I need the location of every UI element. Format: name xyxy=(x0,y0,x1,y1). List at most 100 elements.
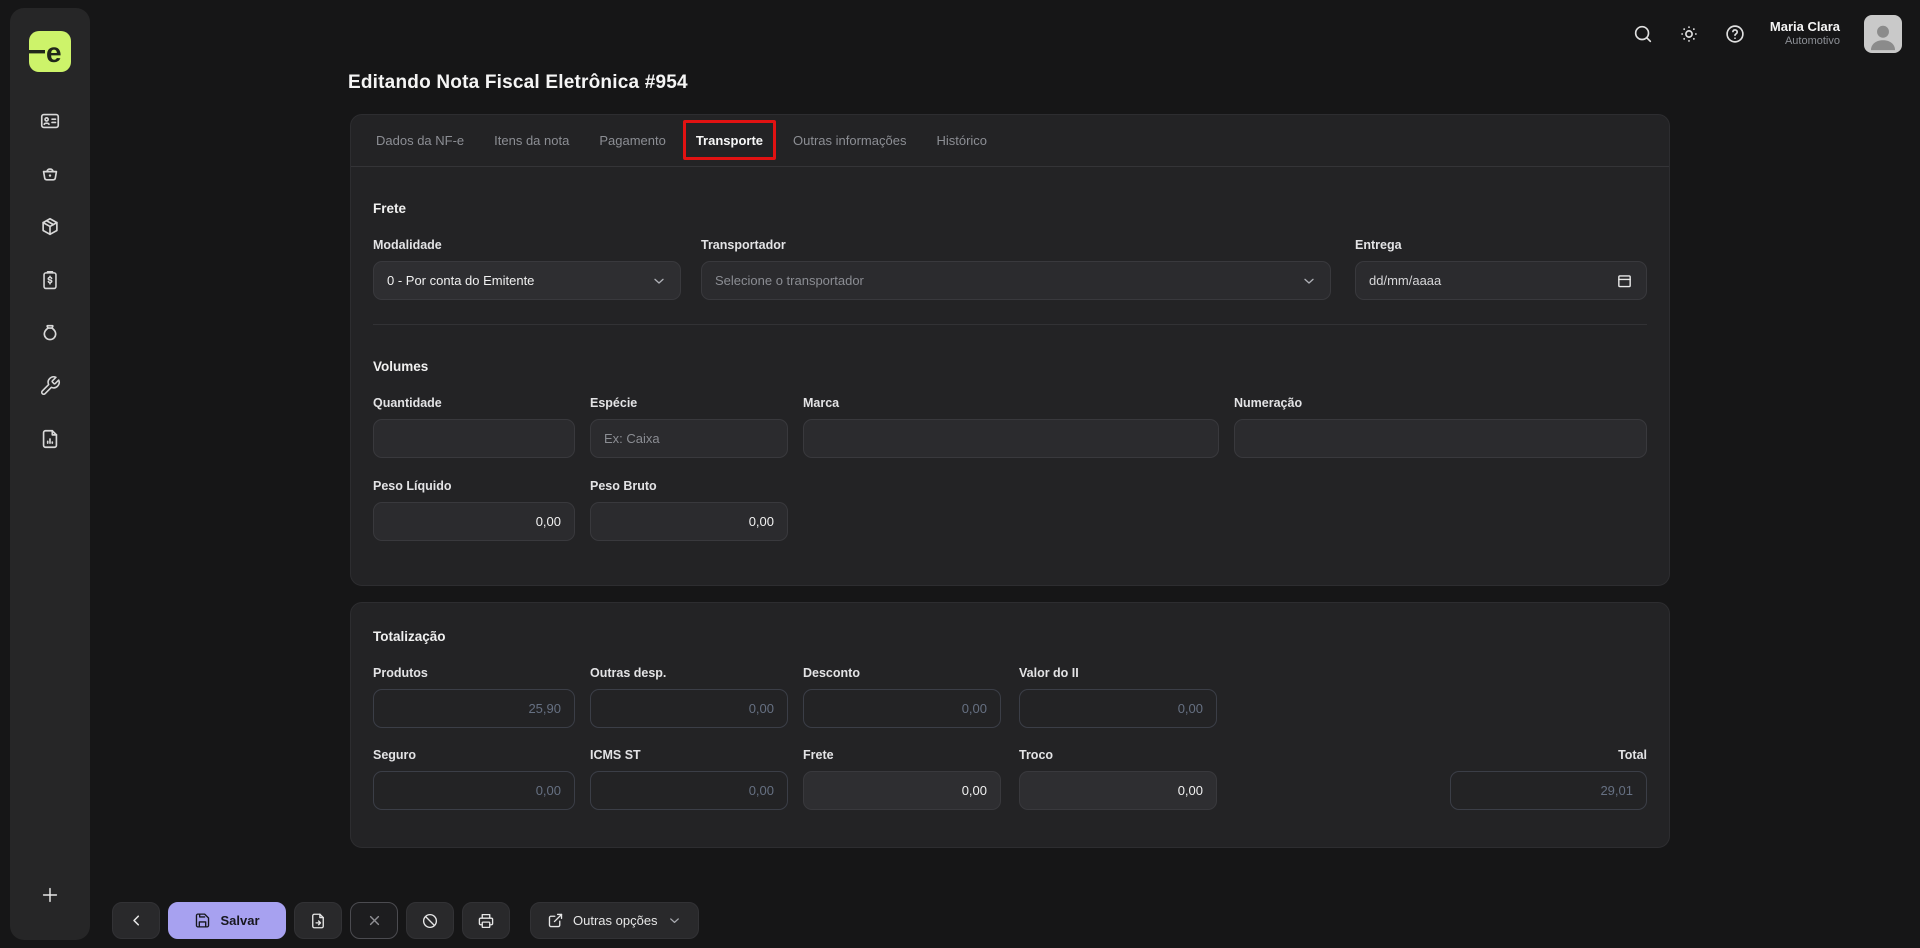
peso-liquido-input[interactable] xyxy=(373,502,575,541)
transportador-select[interactable]: Selecione o transportador xyxy=(701,261,1331,300)
tab-transporte[interactable]: Transporte xyxy=(682,120,777,160)
action-bar: Salvar Outras opções xyxy=(112,902,699,939)
theme-toggle-button[interactable] xyxy=(1678,23,1700,45)
help-button[interactable] xyxy=(1724,23,1746,45)
package-icon xyxy=(42,217,58,236)
external-link-icon xyxy=(548,913,563,928)
modalidade-select[interactable]: 0 - Por conta do Emitente xyxy=(373,261,681,300)
frete-total-field: Frete xyxy=(803,748,1001,810)
chevron-down-icon xyxy=(669,918,679,923)
page-title: Editando Nota Fiscal Eletrônica #954 xyxy=(348,72,688,93)
transporte-form: Frete Modalidade 0 - Por conta do Emiten… xyxy=(351,201,1669,541)
frete-total-label: Frete xyxy=(803,748,834,762)
sidebar-add-button[interactable] xyxy=(39,884,61,906)
peso-bruto-input[interactable] xyxy=(590,502,788,541)
seguro-label: Seguro xyxy=(373,748,417,762)
shopping-basket-icon xyxy=(42,168,58,181)
money-bag-icon xyxy=(43,324,57,341)
totals-card: Totalização Produtos Outras desp. Descon… xyxy=(350,602,1670,848)
plus-icon xyxy=(42,887,58,903)
chevron-down-icon xyxy=(1304,278,1314,284)
desconto-input xyxy=(803,689,1001,728)
sidebar-item-tools[interactable] xyxy=(39,375,61,397)
close-button[interactable] xyxy=(350,902,398,939)
sidebar-nav xyxy=(39,110,61,450)
emit-file-button[interactable] xyxy=(294,902,342,939)
desconto-field: Desconto xyxy=(803,666,1001,728)
totalizacao-heading: Totalização xyxy=(373,629,446,644)
user-name: Maria Clara xyxy=(1769,19,1840,34)
marca-field: Marca xyxy=(803,396,1219,458)
quantidade-input[interactable] xyxy=(373,419,575,458)
brightness-icon xyxy=(1681,26,1697,42)
more-options-button[interactable]: Outras opções xyxy=(530,902,699,939)
marca-label: Marca xyxy=(803,396,840,410)
section-divider xyxy=(373,324,1647,325)
nfe-form-card: Dados da NF-e Itens da nota Pagamento Tr… xyxy=(350,114,1670,586)
valor-ii-label: Valor do II xyxy=(1019,666,1079,680)
file-export-icon xyxy=(312,913,324,928)
peso-bruto-label: Peso Bruto xyxy=(590,479,657,493)
id-card-icon xyxy=(40,113,60,129)
calendar-icon[interactable] xyxy=(1616,272,1633,289)
sidebar-item-finance[interactable] xyxy=(39,322,61,344)
ban-icon xyxy=(422,913,438,928)
tab-pagamento[interactable]: Pagamento xyxy=(599,133,666,148)
modalidade-label: Modalidade xyxy=(373,238,442,252)
numeracao-input[interactable] xyxy=(1234,419,1647,458)
tab-dados-da-nfe[interactable]: Dados da NF-e xyxy=(376,133,464,148)
search-button[interactable] xyxy=(1632,23,1654,45)
especie-input[interactable] xyxy=(590,419,788,458)
file-chart-icon xyxy=(42,429,58,449)
entrega-date-value: dd/mm/aaaa xyxy=(1369,273,1442,288)
especie-field: Espécie xyxy=(590,396,788,458)
tab-itens-da-nota[interactable]: Itens da nota xyxy=(494,133,569,148)
close-icon xyxy=(369,915,379,926)
quantidade-field: Quantidade xyxy=(373,396,575,458)
outras-desp-field: Outras desp. xyxy=(590,666,788,728)
total-label: Total xyxy=(1618,748,1647,762)
user-role: Automotivo xyxy=(1784,35,1840,48)
seguro-field: Seguro xyxy=(373,748,575,810)
more-options-label: Outras opções xyxy=(573,913,658,928)
transportador-label: Transportador xyxy=(701,238,786,252)
entrega-date-input[interactable]: dd/mm/aaaa xyxy=(1355,261,1647,300)
sidebar-item-reports[interactable] xyxy=(39,428,61,450)
tab-historico[interactable]: Histórico xyxy=(936,133,987,148)
avatar[interactable] xyxy=(1864,15,1902,53)
back-button[interactable] xyxy=(112,902,160,939)
save-icon xyxy=(196,913,210,928)
total-field: Total xyxy=(1450,748,1647,810)
topbar: Maria Clara Automotivo xyxy=(1632,14,1902,54)
save-button[interactable]: Salvar xyxy=(168,902,286,939)
sidebar-item-billing[interactable] xyxy=(39,269,61,291)
peso-bruto-field: Peso Bruto xyxy=(590,479,788,541)
produtos-label: Produtos xyxy=(373,666,428,680)
troco-input[interactable] xyxy=(1019,771,1217,810)
printer-icon xyxy=(478,913,494,928)
icms-st-label: ICMS ST xyxy=(590,748,641,762)
marca-input[interactable] xyxy=(803,419,1219,458)
desconto-label: Desconto xyxy=(803,666,860,680)
sidebar-item-dashboard[interactable] xyxy=(39,110,61,132)
print-button[interactable] xyxy=(462,902,510,939)
transportador-field: Transportador Selecione o transportador xyxy=(701,238,1331,300)
tab-outras-informacoes[interactable]: Outras informações xyxy=(793,133,906,148)
clipboard-dollar-icon xyxy=(43,270,57,290)
save-button-label: Salvar xyxy=(220,913,260,928)
search-icon xyxy=(1634,25,1652,43)
sidebar-item-sales[interactable] xyxy=(39,163,61,185)
cancel-nfe-button[interactable] xyxy=(406,902,454,939)
app-logo[interactable]: e xyxy=(29,31,71,72)
icms-st-field: ICMS ST xyxy=(590,748,788,810)
frete-total-input[interactable] xyxy=(803,771,1001,810)
seguro-input xyxy=(373,771,575,810)
entrega-label: Entrega xyxy=(1355,238,1402,252)
sidebar-item-products[interactable] xyxy=(39,216,61,238)
volumes-heading: Volumes xyxy=(373,359,429,374)
especie-label: Espécie xyxy=(590,396,638,410)
numeracao-field: Numeração xyxy=(1234,396,1647,458)
produtos-field: Produtos xyxy=(373,666,575,728)
help-icon xyxy=(1726,25,1744,43)
chevron-left-icon xyxy=(132,915,139,926)
